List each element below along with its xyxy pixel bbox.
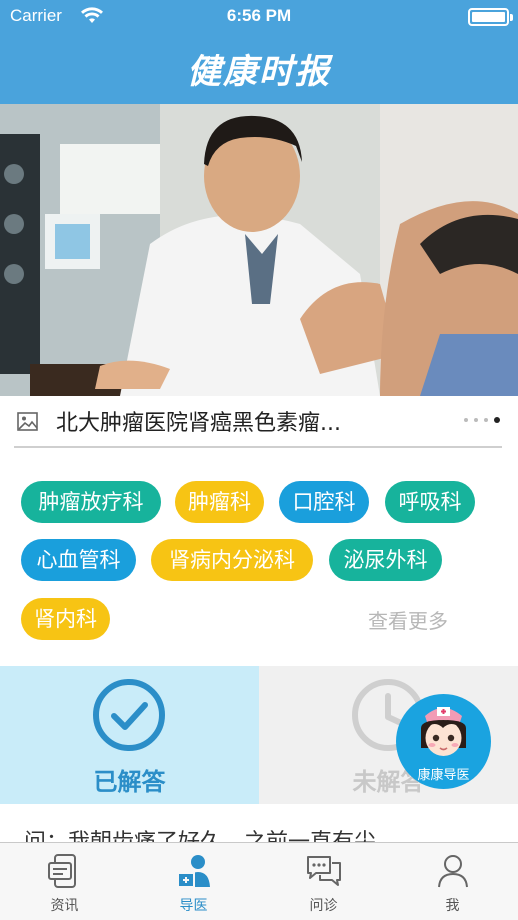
tag-oncology-radiotherapy[interactable]: 肿瘤放疗科 [21,481,161,523]
answered-label: 已解答 [93,768,166,796]
tag-stomatology[interactable]: 口腔科 [279,481,369,523]
battery-level [472,12,505,22]
banner-photo [0,104,518,396]
chat-bubbles-icon [307,856,341,886]
banner-caption[interactable]: 北大肿瘤医院肾癌黑色素瘤... [0,396,518,446]
banner-carousel[interactable] [0,104,518,396]
question-text: 问：我朝齿痛了好久，之前一直有尖 [24,824,376,842]
news-phone-icon [48,854,76,888]
department-tags: 肿瘤放疗科 肿瘤科 口腔科 呼吸科 心血管科 肾病内分泌科 泌尿外科 肾内科 查… [0,448,518,666]
tab-news[interactable]: 资讯 [0,843,129,920]
carousel-dot [484,418,488,422]
tab-doctor-guide-label: 导医 [179,898,208,914]
carousel-dot [474,418,478,422]
tab-consultation-label: 问诊 [309,898,338,914]
carousel-dot [464,418,468,422]
answered-tab[interactable]: 已解答 [0,666,259,804]
tab-bar: 资讯 导医 问诊 我 [0,842,518,920]
tag-respiratory[interactable]: 呼吸科 [385,481,475,523]
tag-urology[interactable]: 泌尿外科 [329,539,442,581]
tab-me-label: 我 [445,898,460,914]
checkmark-circle-icon [93,679,165,751]
image-icon [17,412,38,431]
tab-me[interactable]: 我 [388,843,517,920]
clock-time: 6:56 PM [226,6,292,25]
question-list-item[interactable]: 问：我朝齿痛了好久，之前一直有尖 [0,804,518,842]
tab-consultation[interactable]: 问诊 [259,843,388,920]
person-icon [438,855,468,888]
doctor-guide-icon [177,855,210,888]
nav-bar: 健康时报 [0,34,518,104]
nurse-assistant-button[interactable]: 康康导医 [396,694,491,789]
see-more-link[interactable]: 查看更多 [368,605,448,634]
battery-icon [468,8,513,26]
tab-doctor-guide[interactable]: 导医 [129,843,258,920]
tag-nephrology-endocrinology[interactable]: 肾病内分泌科 [151,539,313,581]
tab-news-label: 资讯 [50,898,79,914]
app-title-logo: 健康时报 [187,52,331,92]
tag-cardiovascular[interactable]: 心血管科 [21,539,136,581]
status-bar: Carrier 6:56 PM [0,0,518,34]
tag-nephrology[interactable]: 肾内科 [21,598,110,640]
carousel-dot [494,417,500,423]
nurse-avatar-icon [421,707,466,756]
carousel-page-indicator [464,417,500,423]
nurse-assistant-label: 康康导医 [417,768,470,783]
tag-oncology[interactable]: 肿瘤科 [175,481,264,523]
banner-caption-text: 北大肿瘤医院肾癌黑色素瘤... [56,411,341,436]
